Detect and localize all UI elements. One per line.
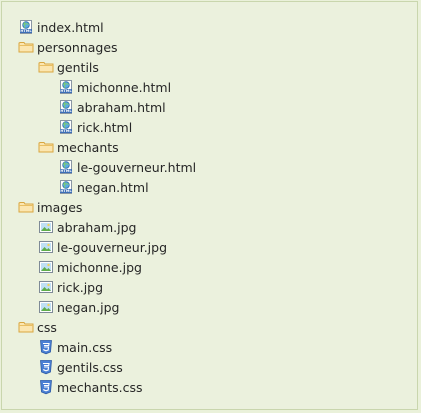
tree-item-label: abraham.jpg	[57, 219, 137, 235]
tree-item-mechants-css[interactable]: mechants.css	[2, 377, 417, 397]
svg-text:HTML: HTML	[60, 189, 72, 193]
image-file-icon	[38, 219, 54, 235]
tree-item-label: css	[37, 319, 57, 335]
svg-text:HTML: HTML	[20, 29, 32, 33]
tree-item-gentils-folder[interactable]: gentils	[2, 57, 417, 77]
tree-item-images-folder[interactable]: images	[2, 197, 417, 217]
folder-icon	[18, 39, 34, 55]
html-file-icon: HTML	[58, 99, 74, 115]
folder-icon	[18, 319, 34, 335]
file-tree-panel: HTML index.html personnages gentils HTML…	[1, 1, 418, 410]
svg-text:HTML: HTML	[60, 89, 72, 93]
tree-item-label: le-gouverneur.html	[77, 159, 197, 175]
folder-icon	[18, 199, 34, 215]
tree-item-label: mechants	[57, 139, 119, 155]
image-file-icon	[38, 279, 54, 295]
tree-item-label: main.css	[57, 339, 113, 355]
tree-item-label: index.html	[37, 19, 104, 35]
css-file-icon	[38, 379, 54, 395]
tree-item-label: abraham.html	[77, 99, 166, 115]
tree-item-michonne-html[interactable]: HTML michonne.html	[2, 77, 417, 97]
tree-item-label: michonne.jpg	[57, 259, 142, 275]
tree-item-label: rick.jpg	[57, 279, 104, 295]
tree-item-abraham-jpg[interactable]: abraham.jpg	[2, 217, 417, 237]
tree-item-negan-jpg[interactable]: negan.jpg	[2, 297, 417, 317]
tree-item-mechants-folder[interactable]: mechants	[2, 137, 417, 157]
tree-item-rick-jpg[interactable]: rick.jpg	[2, 277, 417, 297]
tree-item-main-css[interactable]: main.css	[2, 337, 417, 357]
tree-item-css-folder[interactable]: css	[2, 317, 417, 337]
folder-icon	[38, 59, 54, 75]
image-file-icon	[38, 299, 54, 315]
tree-item-rick-html[interactable]: HTML rick.html	[2, 117, 417, 137]
image-file-icon	[38, 239, 54, 255]
svg-text:HTML: HTML	[60, 169, 72, 173]
tree-item-label: mechants.css	[57, 379, 143, 395]
image-file-icon	[38, 259, 54, 275]
html-file-icon: HTML	[18, 19, 34, 35]
html-file-icon: HTML	[58, 119, 74, 135]
tree-item-label: negan.html	[77, 179, 149, 195]
tree-item-le-gouverneur-jpg[interactable]: le-gouverneur.jpg	[2, 237, 417, 257]
html-file-icon: HTML	[58, 159, 74, 175]
tree-item-michonne-jpg[interactable]: michonne.jpg	[2, 257, 417, 277]
file-tree: HTML index.html personnages gentils HTML…	[2, 17, 417, 397]
svg-text:HTML: HTML	[60, 129, 72, 133]
tree-item-label: le-gouverneur.jpg	[57, 239, 168, 255]
tree-item-label: rick.html	[77, 119, 133, 135]
tree-item-label: michonne.html	[77, 79, 172, 95]
tree-item-negan-html[interactable]: HTML negan.html	[2, 177, 417, 197]
tree-item-index-html[interactable]: HTML index.html	[2, 17, 417, 37]
tree-item-label: gentils	[57, 59, 99, 75]
tree-item-label: gentils.css	[57, 359, 123, 375]
css-file-icon	[38, 339, 54, 355]
tree-item-label: negan.jpg	[57, 299, 120, 315]
svg-text:HTML: HTML	[60, 109, 72, 113]
tree-item-abraham-html[interactable]: HTML abraham.html	[2, 97, 417, 117]
css-file-icon	[38, 359, 54, 375]
html-file-icon: HTML	[58, 179, 74, 195]
tree-item-le-gouverneur-html[interactable]: HTML le-gouverneur.html	[2, 157, 417, 177]
folder-icon	[38, 139, 54, 155]
tree-item-gentils-css[interactable]: gentils.css	[2, 357, 417, 377]
tree-item-label: personnages	[37, 39, 118, 55]
tree-item-personnages-folder[interactable]: personnages	[2, 37, 417, 57]
html-file-icon: HTML	[58, 79, 74, 95]
tree-item-label: images	[37, 199, 83, 215]
